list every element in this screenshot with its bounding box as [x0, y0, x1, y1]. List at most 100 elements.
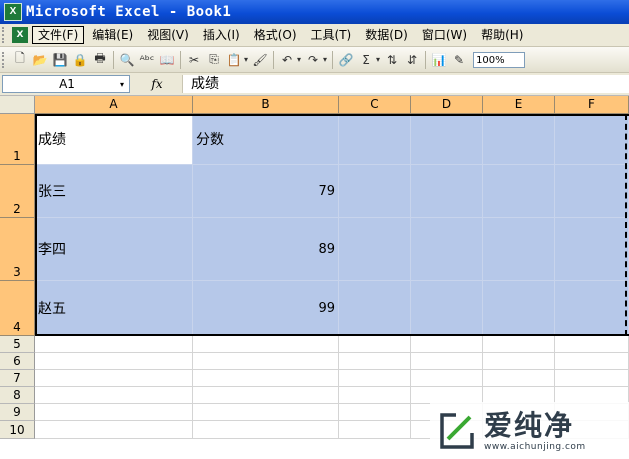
name-box[interactable]: A1 ▾	[2, 75, 130, 93]
cell-b10[interactable]	[193, 421, 339, 439]
cell-e3[interactable]	[483, 218, 555, 281]
cell-a7[interactable]	[35, 370, 193, 387]
column-header-e[interactable]: E	[483, 96, 555, 114]
copy-icon[interactable]: ⎘	[205, 51, 223, 69]
cell-c8[interactable]	[339, 387, 411, 404]
cell-a10[interactable]	[35, 421, 193, 439]
menu-grip-handle[interactable]	[2, 27, 10, 43]
cell-d5[interactable]	[411, 336, 483, 353]
cell-b9[interactable]	[193, 404, 339, 421]
cell-f2[interactable]	[555, 165, 629, 218]
formula-input[interactable]: 成绩	[182, 75, 629, 93]
cell-f5[interactable]	[555, 336, 629, 353]
cell-b2[interactable]: 79	[193, 165, 339, 218]
new-document-icon[interactable]: 🗋	[11, 51, 29, 69]
cell-a5[interactable]	[35, 336, 193, 353]
cell-d2[interactable]	[411, 165, 483, 218]
open-folder-icon[interactable]: 📂	[31, 51, 49, 69]
menu-help[interactable]: 帮助(H)	[475, 26, 529, 44]
cell-b3[interactable]: 89	[193, 218, 339, 281]
cut-icon[interactable]: ✂	[185, 51, 203, 69]
cell-a3[interactable]: 李四	[35, 218, 193, 281]
cell-c6[interactable]	[339, 353, 411, 370]
cell-b4[interactable]: 99	[193, 281, 339, 336]
paste-icon[interactable]: 📋	[225, 51, 243, 69]
hyperlink-icon[interactable]: 🔗	[337, 51, 355, 69]
cell-e6[interactable]	[483, 353, 555, 370]
cell-e5[interactable]	[483, 336, 555, 353]
redo-icon[interactable]: ↷	[304, 51, 322, 69]
select-all-corner[interactable]	[0, 96, 35, 114]
name-box-dropdown-icon[interactable]: ▾	[115, 80, 129, 89]
cell-c7[interactable]	[339, 370, 411, 387]
research-icon[interactable]: 📖	[158, 51, 176, 69]
cell-f4[interactable]	[555, 281, 629, 336]
menu-data[interactable]: 数据(D)	[359, 26, 414, 44]
print-preview-icon[interactable]: 🔍	[118, 51, 136, 69]
cell-e2[interactable]	[483, 165, 555, 218]
menu-edit[interactable]: 编辑(E)	[86, 26, 139, 44]
cell-e4[interactable]	[483, 281, 555, 336]
sort-ascending-icon[interactable]: ⇅	[383, 51, 401, 69]
cell-a4[interactable]: 赵五	[35, 281, 193, 336]
cell-e1[interactable]	[483, 114, 555, 165]
row-header-1[interactable]: 1	[0, 114, 35, 165]
cell-d4[interactable]	[411, 281, 483, 336]
cell-a1[interactable]: 成绩	[35, 114, 193, 165]
row-header-10[interactable]: 10	[0, 421, 35, 439]
cell-b7[interactable]	[193, 370, 339, 387]
menu-file[interactable]: 文件(F)	[32, 26, 85, 44]
row-header-6[interactable]: 6	[0, 353, 35, 370]
toolbar-grip-handle[interactable]	[2, 51, 10, 68]
cell-c3[interactable]	[339, 218, 411, 281]
autosum-dropdown-icon[interactable]: ▾	[376, 55, 380, 64]
cell-c9[interactable]	[339, 404, 411, 421]
menu-tools[interactable]: 工具(T)	[305, 26, 358, 44]
chart-wizard-icon[interactable]: 📊	[430, 51, 448, 69]
menu-format[interactable]: 格式(O)	[248, 26, 303, 44]
row-header-9[interactable]: 9	[0, 404, 35, 421]
insert-function-icon[interactable]: fx	[132, 77, 182, 91]
undo-dropdown-icon[interactable]: ▾	[297, 55, 301, 64]
cell-d6[interactable]	[411, 353, 483, 370]
zoom-select[interactable]: 100%	[473, 51, 526, 68]
menu-view[interactable]: 视图(V)	[141, 26, 195, 44]
row-header-2[interactable]: 2	[0, 165, 35, 218]
cell-c1[interactable]	[339, 114, 411, 165]
cell-c5[interactable]	[339, 336, 411, 353]
cell-c10[interactable]	[339, 421, 411, 439]
save-icon[interactable]: 💾	[51, 51, 69, 69]
cell-d1[interactable]	[411, 114, 483, 165]
row-header-4[interactable]: 4	[0, 281, 35, 336]
paste-dropdown-icon[interactable]: ▾	[244, 55, 248, 64]
cell-b5[interactable]	[193, 336, 339, 353]
spelling-icon[interactable]: ᴬᵇᶜ	[138, 51, 156, 69]
column-header-c[interactable]: C	[339, 96, 411, 114]
menu-insert[interactable]: 插入(I)	[197, 26, 246, 44]
cell-e7[interactable]	[483, 370, 555, 387]
cell-a9[interactable]	[35, 404, 193, 421]
drawing-icon[interactable]: ✎	[450, 51, 468, 69]
excel-app-icon[interactable]: X	[4, 3, 22, 21]
cell-a6[interactable]	[35, 353, 193, 370]
column-header-d[interactable]: D	[411, 96, 483, 114]
cell-c2[interactable]	[339, 165, 411, 218]
undo-icon[interactable]: ↶	[278, 51, 296, 69]
cell-f1[interactable]	[555, 114, 629, 165]
cell-a8[interactable]	[35, 387, 193, 404]
format-painter-icon[interactable]: 🖌	[251, 51, 269, 69]
cell-b1[interactable]: 分数	[193, 114, 339, 165]
cell-b6[interactable]	[193, 353, 339, 370]
workbook-control-icon[interactable]: X	[12, 27, 28, 43]
cell-d7[interactable]	[411, 370, 483, 387]
print-icon[interactable]: 🖶	[91, 51, 109, 69]
cell-d3[interactable]	[411, 218, 483, 281]
cell-b8[interactable]	[193, 387, 339, 404]
row-header-3[interactable]: 3	[0, 218, 35, 281]
column-header-f[interactable]: F	[555, 96, 629, 114]
row-header-8[interactable]: 8	[0, 387, 35, 404]
autosum-icon[interactable]: Σ	[357, 51, 375, 69]
cell-f3[interactable]	[555, 218, 629, 281]
row-header-5[interactable]: 5	[0, 336, 35, 353]
cell-f6[interactable]	[555, 353, 629, 370]
